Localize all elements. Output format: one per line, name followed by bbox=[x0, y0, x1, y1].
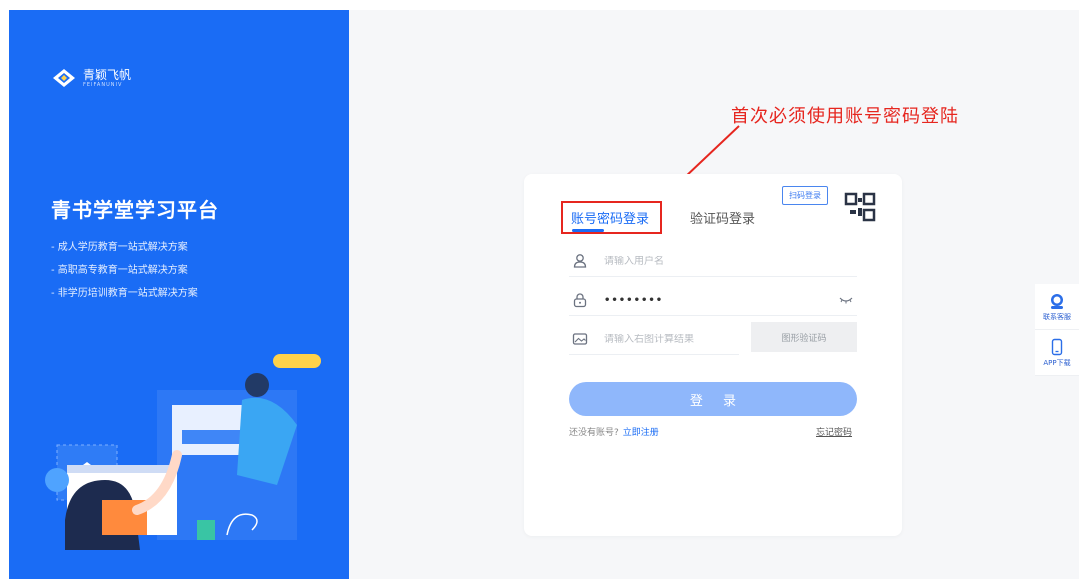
logo-icon bbox=[53, 69, 75, 87]
hero-illustration bbox=[45, 354, 321, 550]
feature-list: - 成人学历教育一站式解决方案 - 高职高专教育一站式解决方案 - 非学历培训教… bbox=[51, 236, 198, 305]
brand-name: 青颖飞帆 bbox=[83, 67, 132, 82]
qr-code-icon[interactable] bbox=[842, 186, 882, 226]
username-field bbox=[569, 246, 857, 277]
captcha-field bbox=[569, 324, 739, 355]
customer-service-button[interactable]: 联系客服 bbox=[1035, 284, 1079, 330]
captcha-image[interactable]: 图形验证码 bbox=[751, 322, 857, 352]
tab-code-login[interactable]: 验证码登录 bbox=[690, 208, 755, 227]
user-icon bbox=[573, 254, 587, 268]
captcha-input[interactable] bbox=[604, 333, 739, 345]
image-icon bbox=[572, 333, 588, 345]
login-card: 扫码登录 账号密码登录 验证码登录 请输入用户名 •••••••• 请输入右图计… bbox=[524, 174, 902, 536]
lock-icon bbox=[573, 293, 587, 308]
eye-icon[interactable] bbox=[839, 296, 853, 304]
app-download-button[interactable]: APP下载 bbox=[1035, 330, 1079, 376]
login-button[interactable]: 登 录 bbox=[569, 382, 857, 416]
feature-item: - 非学历培训教育一站式解决方案 bbox=[51, 288, 198, 299]
customer-service-icon bbox=[1051, 293, 1063, 309]
brand-name-en: FEIFANUNIV bbox=[83, 81, 123, 88]
hero-title: 青书学堂学习平台 bbox=[51, 198, 219, 222]
qr-login-tag[interactable]: 扫码登录 bbox=[782, 186, 828, 205]
login-page: 青颖飞帆 FEIFANUNIV 青书学堂学习平台 - 成人学历教育一站式解决方案… bbox=[9, 10, 1079, 579]
customer-service-label: 联系客服 bbox=[1043, 312, 1071, 321]
annotation-text: 首次必须使用账号密码登陆 bbox=[731, 106, 959, 127]
feature-item: - 高职高专教育一站式解决方案 bbox=[51, 265, 188, 276]
app-download-label: APP下载 bbox=[1043, 358, 1071, 367]
password-field bbox=[569, 285, 857, 316]
register-prompt: 还没有账号? 立即注册 bbox=[569, 425, 659, 438]
username-input[interactable] bbox=[604, 255, 857, 267]
annotation-highlight-box bbox=[561, 201, 662, 234]
register-prompt-text: 还没有账号? bbox=[569, 428, 619, 438]
password-input[interactable] bbox=[604, 294, 839, 306]
feature-item: - 成人学历教育一站式解决方案 bbox=[51, 242, 188, 253]
brand-logo: 青颖飞帆 FEIFANUNIV bbox=[51, 67, 131, 89]
register-link[interactable]: 立即注册 bbox=[623, 428, 659, 438]
hero-panel: 青颖飞帆 FEIFANUNIV 青书学堂学习平台 - 成人学历教育一站式解决方案… bbox=[9, 10, 349, 579]
forgot-password-link[interactable]: 忘记密码 bbox=[816, 425, 852, 438]
float-toolbar: 联系客服 APP下载 bbox=[1035, 284, 1079, 376]
phone-icon bbox=[1051, 338, 1063, 355]
